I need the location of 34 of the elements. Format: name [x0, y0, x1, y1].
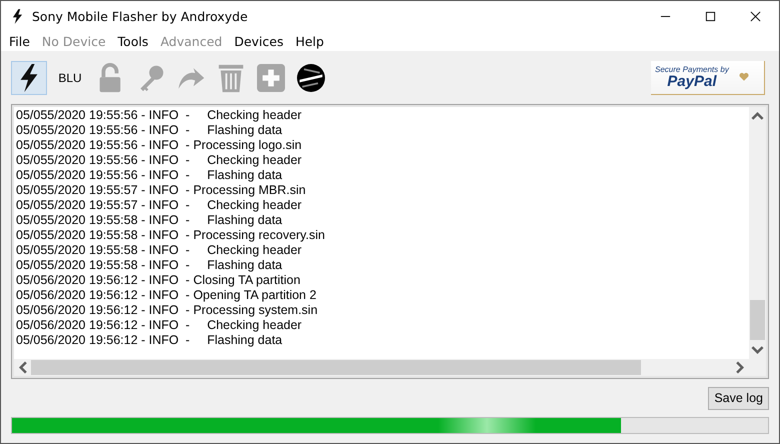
save-log-button[interactable]: Save log: [708, 386, 769, 410]
log-line: 05/055/2020 19:55:57 - INFO - Checking header: [16, 198, 303, 213]
log-line: 05/055/2020 19:55:58 - INFO - Flashing data: [16, 213, 284, 228]
log-line: 05/056/2020 19:56:12 - INFO - Processing system.sin: [16, 303, 319, 318]
log-line: 05/055/2020 19:55:58 - INFO - Checking header: [16, 243, 303, 258]
menu-item[interactable]: File: [3, 34, 36, 48]
toolbar-button[interactable]: [11, 60, 47, 94]
lightning-icon: [12, 8, 23, 24]
blu-button[interactable]: BLU: [51, 60, 89, 94]
paypal-badge[interactable]: Secure Payments by PayPal: [651, 60, 765, 94]
menu-item[interactable]: Devices: [228, 34, 290, 48]
menu-item[interactable]: Tools: [112, 34, 154, 48]
vertical-scrollbar[interactable]: [749, 107, 766, 359]
log-line: 05/055/2020 19:55:58 - INFO - Flashing data: [16, 258, 284, 273]
heart-icon: [738, 72, 749, 82]
log-line: 05/055/2020 19:55:56 - INFO - Checking header: [16, 153, 303, 168]
window-title: Sony Mobile Flasher by Androxyde: [32, 8, 248, 24]
scroll-thumb[interactable]: [31, 360, 641, 375]
log-line: 05/056/2020 19:56:12 - INFO - Checking header: [16, 318, 303, 333]
paypal-caption: Secure Payments by: [655, 65, 729, 74]
menu-item[interactable]: Help: [289, 34, 330, 48]
scroll-thumb[interactable]: [750, 300, 765, 340]
log-line: 05/055/2020 19:55:56 - INFO - Flashing data: [16, 168, 284, 183]
plus-icon: [257, 62, 285, 92]
log-line: 05/055/2020 19:55:56 - INFO - Checking header: [16, 108, 303, 123]
log-line: 05/055/2020 19:55:56 - INFO - Flashing data: [16, 123, 284, 138]
log-line: 05/056/2020 19:56:12 - INFO - Flashing data: [16, 333, 284, 348]
log-line: 05/056/2020 19:56:12 - INFO - Opening TA partition 2: [16, 288, 318, 303]
log-line: 05/055/2020 19:55:57 - INFO - Processing MBR.sin: [16, 183, 307, 198]
log-line: 05/056/2020 19:56:12 - INFO - Closing TA partition: [16, 273, 302, 288]
trash-icon: [217, 62, 245, 92]
paypal-logo: PayPal: [667, 74, 717, 89]
log-line: 05/055/2020 19:55:56 - INFO - Processing logo.sin: [16, 138, 303, 153]
log-line: 05/055/2020 19:55:58 - INFO - Processing recovery.sin: [16, 228, 326, 243]
